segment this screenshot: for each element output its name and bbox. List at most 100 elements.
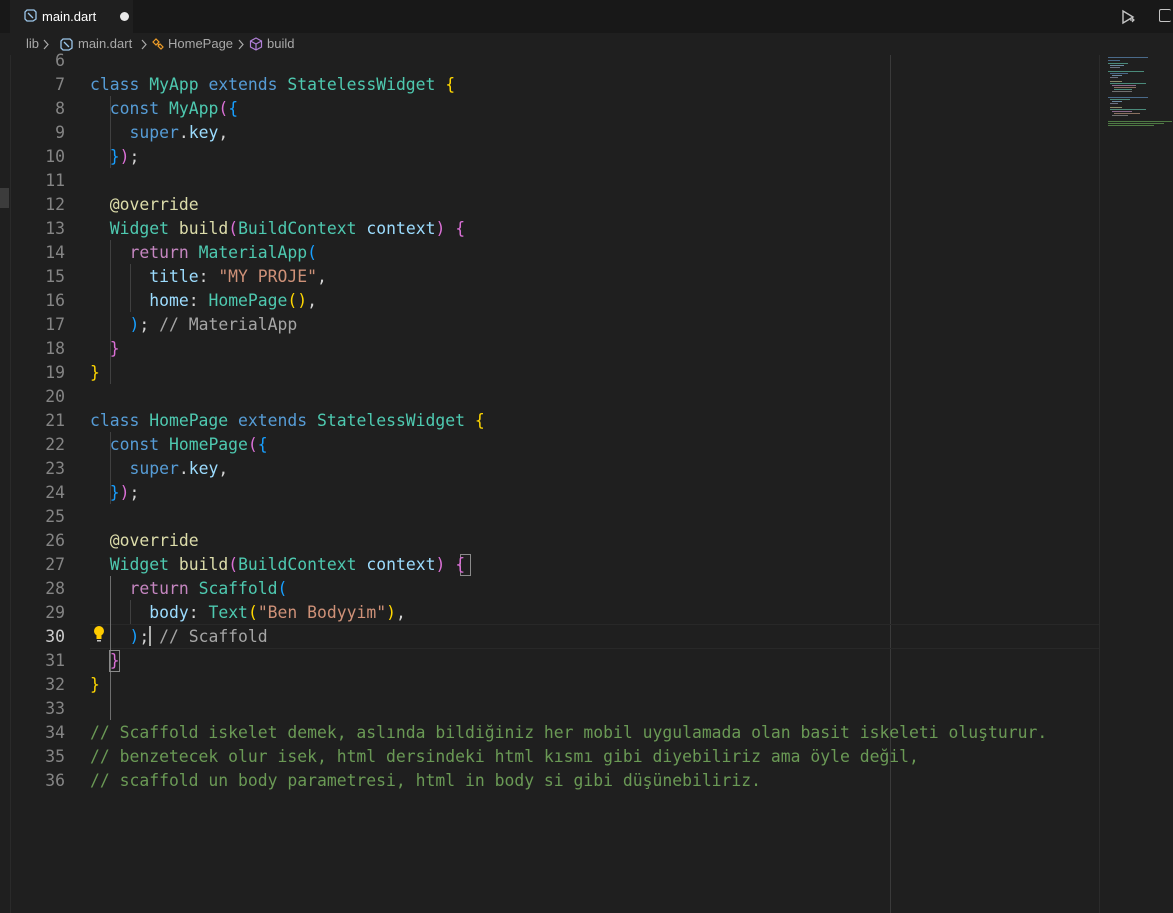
tab-label: main.dart xyxy=(42,9,97,24)
editor-actions xyxy=(1113,6,1173,28)
minimap-line xyxy=(1108,123,1164,124)
code-line: 26 @override xyxy=(0,529,1173,553)
code-line-active: 30 ); // Scaffold xyxy=(0,625,1173,649)
minimap-line xyxy=(1110,65,1124,66)
code-text: class HomePage extends StatelessWidget { xyxy=(90,411,485,430)
line-number: 16 xyxy=(45,291,65,310)
code-line: 35 // benzetecek olur isek, html dersind… xyxy=(0,745,1173,769)
code-comment: // benzetecek olur isek, html dersindeki… xyxy=(90,747,919,766)
code-line: 16 home: HomePage(), xyxy=(0,289,1173,313)
code-text: } xyxy=(90,363,100,382)
minimap[interactable] xyxy=(1100,55,1173,913)
code-line: 31 } xyxy=(0,649,1173,673)
code-text: @override xyxy=(109,195,199,214)
code-editor[interactable]: 6 7 class MyApp extends StatelessWidget … xyxy=(0,51,1173,913)
code-text: super.key, xyxy=(129,459,229,478)
code-line: 28 return Scaffold( xyxy=(0,577,1173,601)
line-number: 12 xyxy=(45,195,65,214)
code-line: 27 Widget build(BuildContext context) { xyxy=(0,553,1173,577)
code-line: 17 ); // MaterialApp xyxy=(0,313,1173,337)
code-text: const HomePage({ xyxy=(109,435,268,454)
line-number: 26 xyxy=(45,531,65,550)
line-number: 34 xyxy=(45,723,65,742)
line-number: 6 xyxy=(55,51,65,70)
line-number: 13 xyxy=(45,219,65,238)
minimap-line xyxy=(1110,83,1146,84)
minimap-line xyxy=(1108,57,1148,58)
code-text: super.key, xyxy=(129,123,229,142)
code-text: ); // MaterialApp xyxy=(129,315,298,334)
run-debug-icon[interactable] xyxy=(1119,8,1137,26)
minimap-line xyxy=(1108,60,1120,61)
code-line: 18 } xyxy=(0,337,1173,361)
code-line: 29 body: Text("Ben Bodyyim"), xyxy=(0,601,1173,625)
tab-main-dart[interactable]: main.dart xyxy=(10,0,133,33)
code-line: 12 @override xyxy=(0,193,1173,217)
editor-tab-bar: main.dart xyxy=(0,0,1173,33)
line-number: 36 xyxy=(45,771,65,790)
code-line: 24 }); xyxy=(0,481,1173,505)
code-comment: // scaffold un body parametresi, html in… xyxy=(90,771,762,790)
minimap-line xyxy=(1110,73,1128,74)
code-line: 23 super.key, xyxy=(0,457,1173,481)
code-line: 19 } xyxy=(0,361,1173,385)
minimap-line xyxy=(1108,71,1144,72)
code-line: 7 class MyApp extends StatelessWidget { xyxy=(0,73,1173,97)
line-number: 11 xyxy=(45,171,65,190)
code-line: 36 // scaffold un body parametresi, html… xyxy=(0,769,1173,793)
code-text: return MaterialApp( xyxy=(129,243,318,262)
minimap-line xyxy=(1112,91,1132,92)
line-number: 17 xyxy=(45,315,65,334)
line-number: 15 xyxy=(45,267,65,286)
line-number: 20 xyxy=(45,387,65,406)
line-number: 24 xyxy=(45,483,65,502)
line-number: 29 xyxy=(45,603,65,622)
code-text: home: HomePage(), xyxy=(149,291,318,310)
code-line: 22 const HomePage({ xyxy=(0,433,1173,457)
line-number: 31 xyxy=(45,651,65,670)
unsaved-dot-icon[interactable] xyxy=(120,12,129,21)
lightbulb-icon[interactable] xyxy=(92,625,106,643)
code-text: Widget build(BuildContext context) { xyxy=(109,555,466,574)
line-number: 23 xyxy=(45,459,65,478)
minimap-line xyxy=(1108,121,1172,122)
code-line: 6 xyxy=(0,49,1173,73)
line-number: 33 xyxy=(45,699,65,718)
code-line: 8 const MyApp({ xyxy=(0,97,1173,121)
code-text: }); xyxy=(109,483,140,502)
line-number: 8 xyxy=(55,99,65,118)
minimap-line xyxy=(1108,125,1154,126)
text-cursor xyxy=(149,626,151,646)
code-text: const MyApp({ xyxy=(109,99,239,118)
line-number: 32 xyxy=(45,675,65,694)
minimap-line xyxy=(1112,75,1122,76)
minimap-line xyxy=(1110,77,1118,78)
code-line: 15 title: "MY PROJE", xyxy=(0,265,1173,289)
code-line: 9 super.key, xyxy=(0,121,1173,145)
minimap-line xyxy=(1112,101,1122,102)
code-text: } xyxy=(109,651,120,670)
code-line: 13 Widget build(BuildContext context) { xyxy=(0,217,1173,241)
line-number: 18 xyxy=(45,339,65,358)
code-line: 20 xyxy=(0,385,1173,409)
minimap-line xyxy=(1110,99,1130,100)
line-number: 25 xyxy=(45,507,65,526)
line-number: 9 xyxy=(55,123,65,142)
code-comment: // Scaffold iskelet demek, aslında bildi… xyxy=(90,723,1048,742)
line-number: 14 xyxy=(45,243,65,262)
line-number: 19 xyxy=(45,363,65,382)
dart-file-icon xyxy=(24,9,37,22)
minimap-line xyxy=(1114,113,1140,114)
code-text: @override xyxy=(109,531,199,550)
code-line: 14 return MaterialApp( xyxy=(0,241,1173,265)
minimap-line xyxy=(1114,89,1132,90)
minimap-line xyxy=(1112,85,1136,86)
minimap-line xyxy=(1110,67,1120,68)
minimap-line xyxy=(1110,81,1122,82)
code-text: }); xyxy=(109,147,140,166)
code-text: body: Text("Ben Bodyyim"), xyxy=(149,603,406,622)
split-editor-icon[interactable] xyxy=(1159,9,1171,22)
code-line: 25 xyxy=(0,505,1173,529)
code-text: } xyxy=(109,339,120,358)
minimap-line xyxy=(1112,111,1132,112)
